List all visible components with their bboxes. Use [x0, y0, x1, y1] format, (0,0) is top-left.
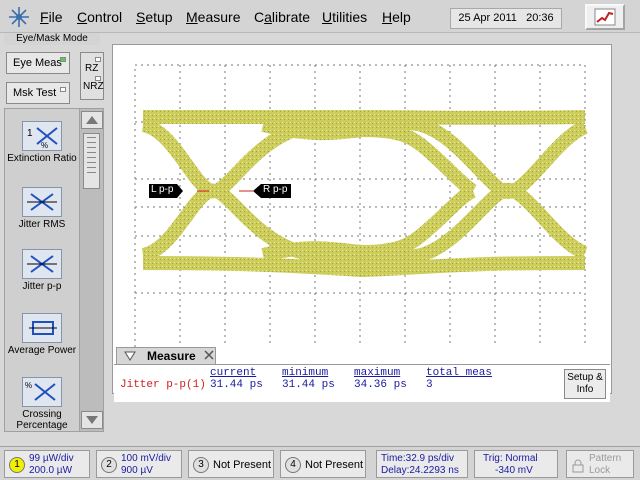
trigger-button[interactable]: Trig: Normal -340 mV	[474, 450, 558, 478]
channel-3-badge: 3	[193, 457, 209, 473]
extinction-ratio-tool[interactable]: 1% Extinction Ratio	[7, 121, 77, 164]
jitter-pp-icon	[22, 249, 62, 279]
meas-name[interactable]: Jitter p-p(1)	[120, 379, 206, 391]
channel-1-button[interactable]: 1 99 µW/div 200.0 µW	[4, 450, 90, 478]
lock-icon	[571, 459, 585, 476]
channel-1-badge: 1	[9, 457, 25, 473]
average-power-label: Average Power	[7, 345, 77, 356]
col-total-meas: total meas	[426, 367, 493, 379]
pattern-label: Pattern	[589, 453, 622, 464]
eye-meas-button[interactable]: Eye Meas	[6, 52, 70, 74]
active-indicator-icon	[60, 57, 66, 62]
col-current: current	[210, 367, 257, 379]
eye-diagram	[134, 64, 589, 351]
col-minimum: minimum	[282, 367, 329, 379]
trigger-level: -340 mV	[495, 465, 533, 476]
col-maximum: maximum	[354, 367, 401, 379]
rz-label[interactable]: RZ	[85, 63, 98, 74]
ch4-status: Not Present	[305, 459, 364, 471]
datetime-display: 25 Apr 2011 20:36	[450, 8, 562, 29]
extinction-ratio-label: Extinction Ratio	[7, 153, 77, 164]
menu-help[interactable]: Help	[382, 9, 411, 25]
average-power-icon	[22, 313, 62, 343]
crossing-percentage-icon: %	[22, 377, 62, 407]
menu-bar: File Control Setup Measure Calibrate Uti…	[0, 0, 640, 33]
measure-tab[interactable]: Measure	[116, 347, 216, 365]
menu-control[interactable]: Control	[77, 9, 122, 25]
ch2-offset: 900 µV	[121, 465, 153, 476]
setup-info-button[interactable]: Setup & Info	[564, 369, 606, 399]
channel-3-button[interactable]: 3 Not Present	[188, 450, 274, 478]
lock-label: Lock	[589, 465, 611, 476]
channel-4-badge: 4	[285, 457, 301, 473]
eye-meas-label: Eye Meas	[13, 57, 62, 69]
measure-results: current minimum maximum total meas Jitte…	[114, 364, 610, 402]
menu-calibrate[interactable]: Calibrate	[254, 9, 310, 25]
ch1-offset: 200.0 µW	[29, 465, 73, 476]
meas-maximum: 34.36 ps	[354, 379, 407, 391]
delay-value: Delay:24.2293 ns	[381, 465, 459, 476]
ch1-scale: 99 µW/div	[29, 453, 74, 464]
ch2-scale: 100 mV/div	[121, 453, 172, 464]
menu-setup[interactable]: Setup	[136, 9, 173, 25]
measure-panel: Measure current minimum maximum total me…	[114, 347, 610, 402]
meas-minimum: 31.44 ps	[282, 379, 335, 391]
menu-utilities[interactable]: Utilities	[322, 9, 367, 25]
palette-scrollbar[interactable]	[79, 109, 103, 431]
time-per-div: Time:32.9 ps/div	[381, 453, 454, 464]
svg-text:%: %	[25, 381, 32, 390]
jitter-rms-label: Jitter RMS	[18, 219, 66, 230]
scroll-down-icon[interactable]	[81, 411, 103, 429]
jitter-pp-tool[interactable]: Jitter p-p	[7, 249, 77, 292]
meas-total: 3	[426, 379, 433, 391]
rz-nrz-selector[interactable]: RZ NRZ	[80, 52, 104, 100]
extinction-ratio-icon: 1%	[22, 121, 62, 151]
meas-current: 31.44 ps	[210, 379, 263, 391]
jitter-rms-icon	[22, 187, 62, 217]
status-bar: 1 99 µW/div 200.0 µW 2 100 mV/div 900 µV…	[0, 446, 640, 480]
date-text: 25 Apr 2011	[458, 12, 517, 24]
crossing-percentage-tool[interactable]: % Crossing Percentage	[7, 377, 77, 431]
jitter-rms-tool[interactable]: Jitter RMS	[7, 187, 77, 230]
crossing-percentage-label: Crossing Percentage	[16, 409, 68, 431]
scroll-thumb[interactable]	[83, 133, 100, 189]
measurement-palette: 1% Extinction Ratio Jitter RMS Jitter p-…	[4, 108, 104, 432]
left-jitter-marker: L p-p	[151, 184, 174, 195]
svg-text:%: %	[41, 141, 48, 150]
mask-test-label: Msk Test	[13, 87, 57, 99]
jitter-pp-label: Jitter p-p	[22, 281, 62, 292]
channel-2-badge: 2	[101, 457, 117, 473]
pattern-lock-button[interactable]: Pattern Lock	[566, 450, 634, 478]
time-text: 20:36	[526, 12, 554, 24]
menu-file[interactable]: File	[40, 9, 63, 25]
rz-indicator-icon	[95, 57, 101, 62]
mode-label: Eye/Mask Mode	[4, 33, 100, 45]
right-jitter-marker: R p-p	[263, 184, 288, 195]
average-power-tool[interactable]: Average Power	[7, 313, 77, 356]
mask-test-button[interactable]: Msk Test	[6, 82, 70, 104]
scroll-up-icon[interactable]	[81, 111, 103, 129]
menu-measure[interactable]: Measure	[186, 9, 240, 25]
timebase-button[interactable]: Time:32.9 ps/div Delay:24.2293 ns	[376, 450, 468, 478]
agilent-logo-icon	[9, 7, 29, 27]
svg-text:1: 1	[27, 128, 33, 139]
inactive-indicator-icon	[60, 87, 66, 92]
ch3-status: Not Present	[213, 459, 272, 471]
measure-tab-label: Measure	[147, 349, 196, 363]
nrz-label[interactable]: NRZ	[83, 81, 104, 92]
scope-display[interactable]: L p-p R p-p	[112, 44, 612, 394]
waveform-icon	[594, 8, 616, 26]
scope-app-button[interactable]	[585, 4, 625, 30]
channel-2-button[interactable]: 2 100 mV/div 900 µV	[96, 450, 182, 478]
channel-4-button[interactable]: 4 Not Present	[280, 450, 366, 478]
trigger-mode: Trig: Normal	[483, 453, 538, 464]
